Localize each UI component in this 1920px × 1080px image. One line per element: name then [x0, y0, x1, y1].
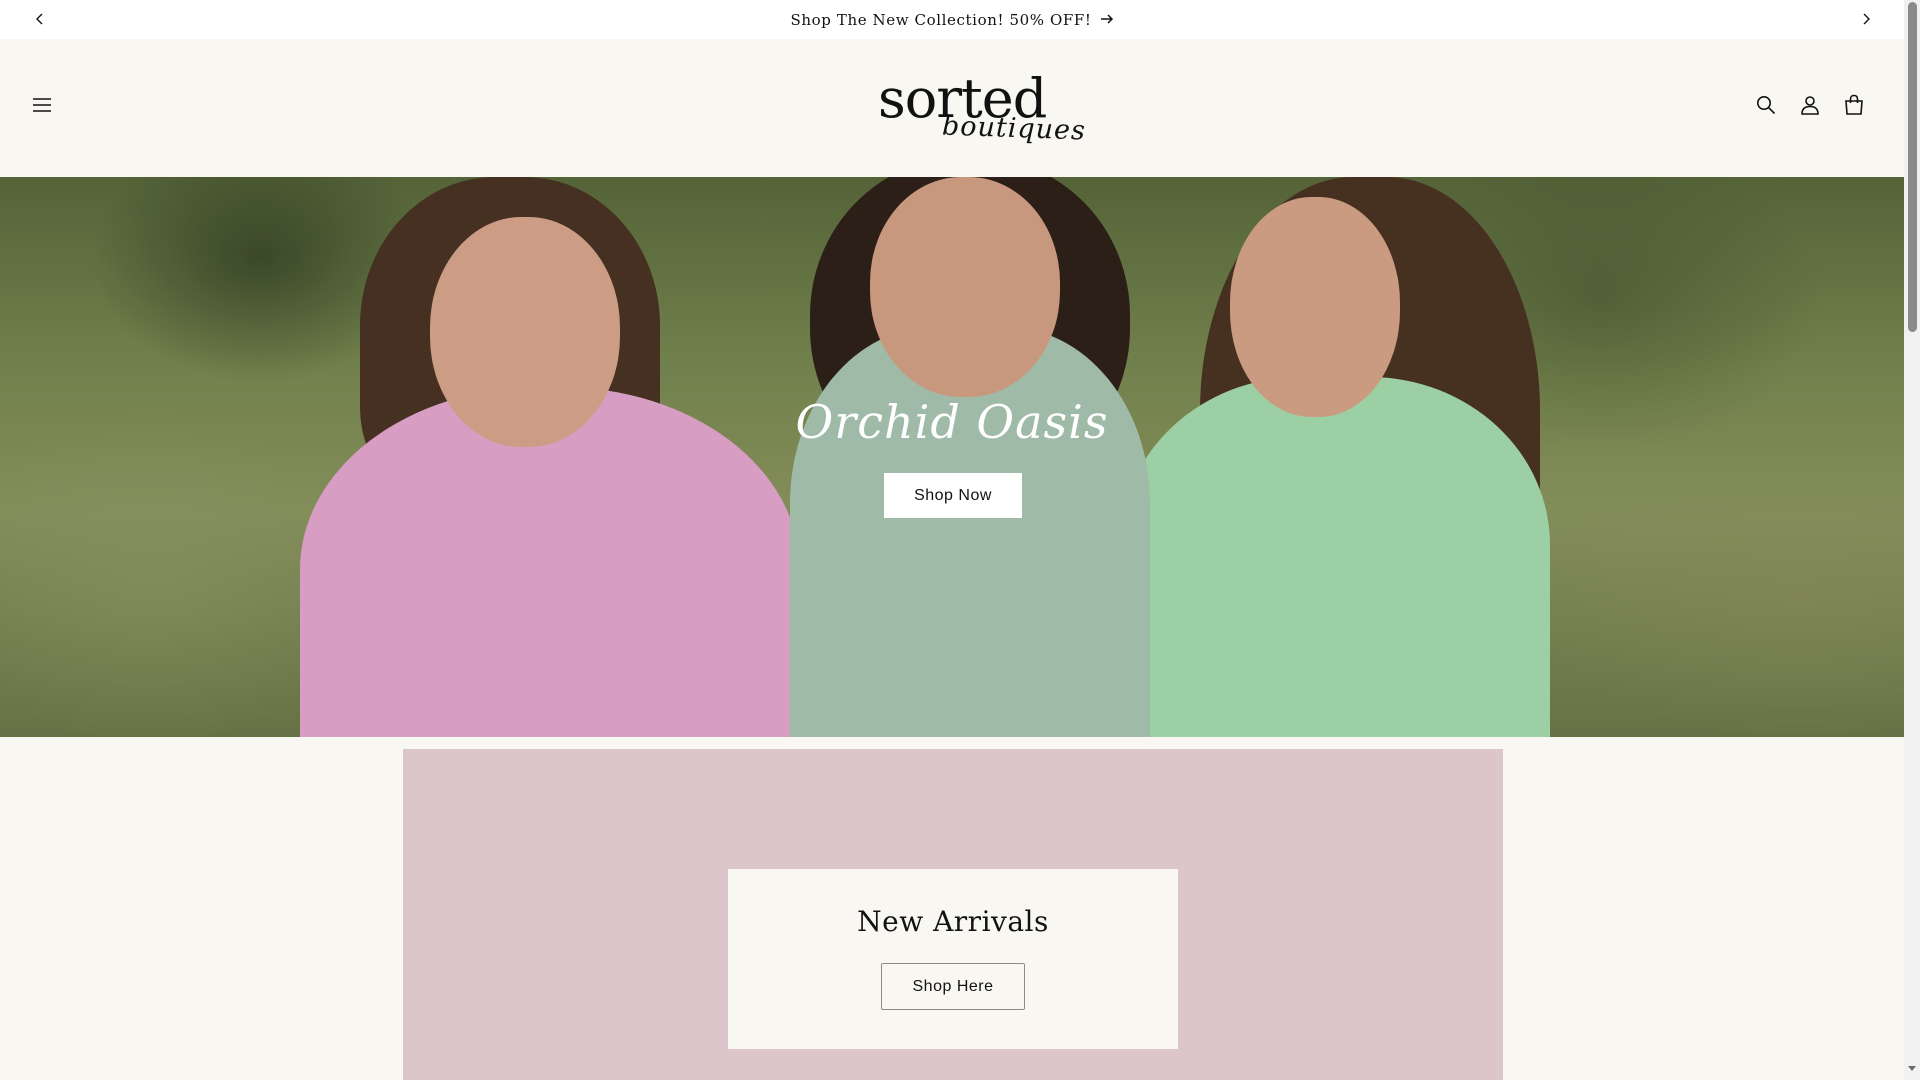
logo-text-sub: boutiques — [941, 110, 1087, 147]
chevron-right-icon — [1861, 10, 1871, 29]
site-header: sorted boutiques — [0, 39, 1904, 177]
new-arrivals-section: New Arrivals Shop Here — [403, 749, 1503, 1080]
new-arrivals-title: New Arrivals — [857, 905, 1049, 938]
announcement-link[interactable]: Shop The New Collection! 50% OFF! — [791, 11, 1114, 29]
search-button[interactable] — [1746, 87, 1786, 127]
chevron-left-icon — [35, 10, 45, 29]
hero-banner: Orchid Oasis Shop Now — [0, 177, 1904, 737]
account-button[interactable] — [1790, 87, 1830, 127]
cart-icon — [1844, 94, 1864, 120]
announcement-text: Shop The New Collection! 50% OFF! — [790, 10, 1092, 29]
shop-now-button[interactable]: Shop Now — [884, 473, 1022, 518]
announcement-bar: Shop The New Collection! 50% OFF! — [0, 0, 1904, 39]
search-icon — [1756, 95, 1776, 119]
arrow-right-icon — [1100, 11, 1114, 29]
page-scrollbar[interactable] — [1904, 0, 1920, 1080]
hero-overlay — [0, 177, 1904, 737]
cart-button[interactable] — [1834, 87, 1874, 127]
site-logo[interactable]: sorted boutiques — [870, 67, 1086, 159]
menu-button[interactable] — [22, 87, 62, 127]
header-icons — [1746, 87, 1874, 127]
announcement-prev-button[interactable] — [20, 0, 59, 39]
account-icon — [1800, 95, 1820, 119]
scroll-down-arrow-icon[interactable] — [1908, 1066, 1916, 1071]
scrollbar-thumb[interactable] — [1908, 2, 1917, 332]
shop-here-button[interactable]: Shop Here — [881, 963, 1025, 1010]
hero-title: Orchid Oasis — [795, 395, 1109, 449]
announcement-next-button[interactable] — [1846, 0, 1885, 39]
new-arrivals-card: New Arrivals Shop Here — [728, 869, 1178, 1049]
hamburger-menu-icon — [32, 97, 52, 117]
